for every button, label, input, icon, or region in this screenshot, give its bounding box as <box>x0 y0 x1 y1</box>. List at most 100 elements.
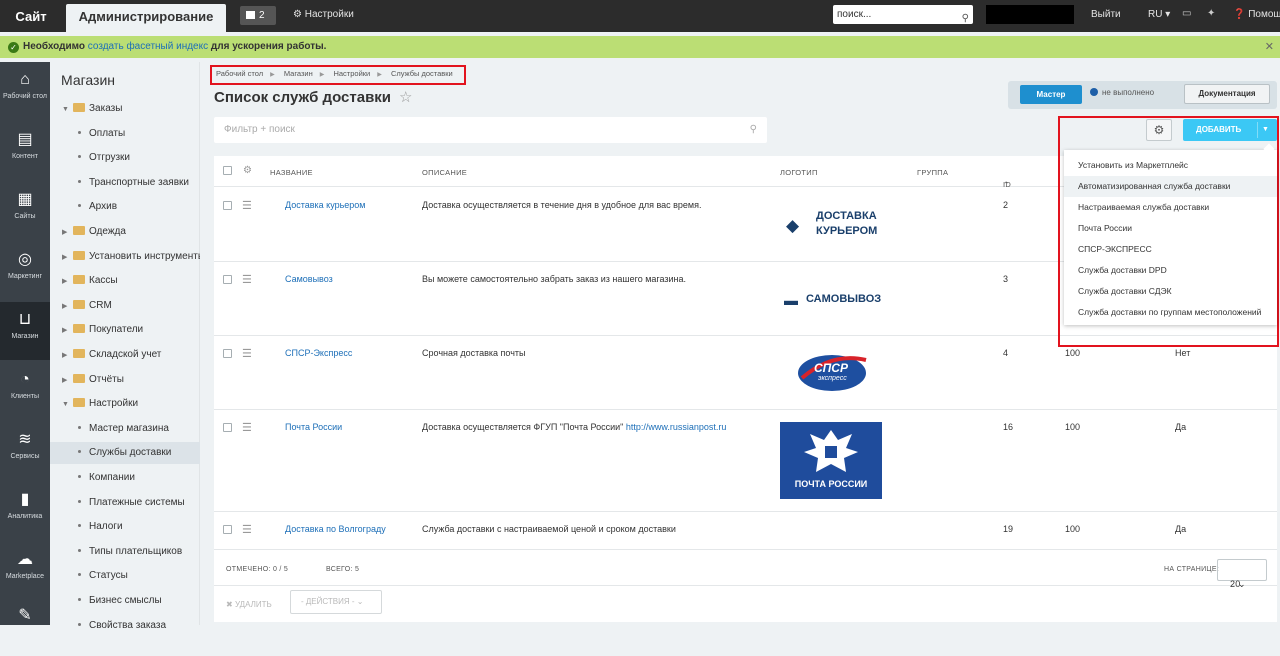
table-row[interactable]: ☰ СПСР-Экспресс Срочная доставка почты 4 100… <box>214 336 1277 410</box>
row-menu-icon[interactable]: ☰ <box>242 421 252 434</box>
column-logo[interactable]: ЛОГОТИП <box>780 168 818 177</box>
user-name-box[interactable] <box>986 5 1074 24</box>
row-menu-icon[interactable]: ☰ <box>242 347 252 360</box>
chevron-down-icon[interactable]: ▼ <box>62 99 70 120</box>
add-menu-item[interactable]: Автоматизированная служба доставки <box>1064 176 1277 197</box>
chevron-right-icon[interactable]: ▶ <box>62 222 70 243</box>
row-name-link[interactable]: Почта России <box>285 422 342 432</box>
search-icon[interactable]: ⚲ <box>962 9 969 28</box>
menu-marketplace[interactable]: ☁ Marketplace <box>0 542 50 600</box>
notifications-button[interactable]: 2 <box>240 6 276 25</box>
column-description[interactable]: ОПИСАНИЕ <box>422 168 467 177</box>
close-icon[interactable]: ✕ <box>1265 36 1274 58</box>
add-menu-item[interactable]: Настраиваемая служба доставки <box>1064 197 1277 218</box>
row-name-link[interactable]: СПСР-Экспресс <box>285 348 352 358</box>
tree-item[interactable]: Транспортные заявки <box>50 172 200 194</box>
add-menu-item[interactable]: Служба доставки СДЭК <box>1064 281 1277 302</box>
row-name-link[interactable]: Доставка по Волгограду <box>285 524 386 534</box>
language-selector[interactable]: RU ▾ <box>1148 9 1170 20</box>
chevron-right-icon[interactable]: ▶ <box>62 296 70 317</box>
select-all-checkbox[interactable] <box>223 166 232 177</box>
logout-link[interactable]: Выйти <box>1091 9 1121 20</box>
column-group[interactable]: ГРУППА <box>917 168 948 177</box>
menu-shop[interactable]: ⊔ Магазин <box>0 302 50 360</box>
tree-item[interactable]: ▶ Установить инструменты и <box>50 246 200 268</box>
row-menu-icon[interactable]: ☰ <box>242 199 252 212</box>
actions-select[interactable]: - ДЕЙСТВИЯ - ⌄ <box>290 590 382 614</box>
chevron-right-icon[interactable]: ▶ <box>62 320 70 341</box>
settings-link[interactable]: ⚙ Настройки <box>293 9 354 20</box>
row-name-link[interactable]: Самовывоз <box>285 274 333 284</box>
breadcrumb-item[interactable]: Рабочий стол <box>216 69 263 78</box>
column-name[interactable]: НАЗВАНИЕ <box>270 168 313 177</box>
star-icon[interactable]: ☆ <box>399 89 412 106</box>
admin-tab[interactable]: Администрирование <box>66 4 226 32</box>
breadcrumb-item[interactable]: Службы доставки <box>391 69 453 78</box>
tree-item[interactable]: ▶ Отчёты <box>50 369 200 391</box>
tree-item[interactable]: Платежные системы <box>50 492 200 514</box>
chevron-right-icon[interactable]: ▶ <box>62 271 70 292</box>
chevron-right-icon[interactable]: ▶ <box>62 345 70 366</box>
menu-analytics[interactable]: ▮ Аналитика <box>0 482 50 540</box>
delete-button[interactable]: ✖ УДАЛИТЬ <box>226 600 272 609</box>
tree-item[interactable]: ▶ Одежда <box>50 221 200 243</box>
row-menu-icon[interactable]: ☰ <box>242 273 252 286</box>
tree-item[interactable]: Бизнес смыслы <box>50 590 200 612</box>
add-menu-item[interactable]: Почта России <box>1064 218 1277 239</box>
menu-content[interactable]: ▤ Контент <box>0 122 50 180</box>
breadcrumb-item[interactable]: Настройки <box>333 69 370 78</box>
add-menu-item[interactable]: СПСР-ЭКСПРЕСС <box>1064 239 1277 260</box>
menu-desktop[interactable]: ⌂ Рабочий стол <box>0 62 50 120</box>
row-checkbox[interactable] <box>223 349 232 360</box>
row-name-link[interactable]: Доставка курьером <box>285 200 366 210</box>
chevron-right-icon[interactable]: ▶ <box>62 247 70 268</box>
menu-sites[interactable]: ▦ Сайты <box>0 182 50 240</box>
create-facet-index-link[interactable]: создать фасетный индекс <box>88 41 208 52</box>
tree-item[interactable]: Отгрузки <box>50 147 200 169</box>
tree-item[interactable]: ▶ Кассы <box>50 270 200 292</box>
tree-item[interactable]: ▼ Настройки <box>50 393 200 415</box>
site-tab[interactable]: Сайт <box>4 4 58 32</box>
chevron-right-icon[interactable]: ▶ <box>62 370 70 391</box>
tree-item[interactable]: Налоги <box>50 516 200 538</box>
tree-item[interactable]: Оплаты <box>50 123 200 145</box>
tree-item[interactable]: Статусы <box>50 565 200 587</box>
pin-icon[interactable]: ✦ <box>1207 8 1215 19</box>
search-input[interactable]: поиск... ⚲ <box>833 5 973 24</box>
tree-item[interactable]: Службы доставки <box>50 442 200 465</box>
tree-item[interactable]: ▼ Заказы <box>50 98 200 120</box>
breadcrumb-item[interactable]: Магазин <box>284 69 313 78</box>
tree-item[interactable]: ▶ CRM <box>50 295 200 317</box>
row-menu-icon[interactable]: ☰ <box>242 523 252 536</box>
table-row[interactable]: ☰ Почта России Доставка осуществляется ФГУ… <box>214 410 1277 512</box>
tree-item[interactable]: Компании <box>50 467 200 489</box>
gear-icon[interactable]: ⚙ <box>243 165 252 176</box>
add-menu-item[interactable]: Установить из Маркетплейс <box>1064 155 1277 176</box>
help-link[interactable]: ❓ Помощь <box>1233 9 1280 20</box>
menu-marketing[interactable]: ◎ Маркетинг <box>0 242 50 300</box>
tree-item[interactable]: ▶ Покупатели <box>50 319 200 341</box>
tree-item[interactable]: Мастер магазина <box>50 418 200 440</box>
filter-search-input[interactable]: Фильтр + поиск ⚲ <box>214 117 767 143</box>
tree-item[interactable]: Типы плательщиков <box>50 541 200 563</box>
table-row[interactable]: ☰ Доставка по Волгограду Служба доставки с… <box>214 512 1277 550</box>
row-checkbox[interactable] <box>223 525 232 536</box>
search-icon[interactable]: ⚲ <box>750 117 757 143</box>
row-checkbox[interactable] <box>223 423 232 434</box>
russianpost-link[interactable]: http://www.russianpost.ru <box>626 422 727 432</box>
master-button[interactable]: Мастер <box>1020 85 1082 104</box>
panel-icon[interactable]: ▭ <box>1182 8 1191 19</box>
add-menu-item[interactable]: Служба доставки DPD <box>1064 260 1277 281</box>
tree-item[interactable]: ▶ Складской учет <box>50 344 200 366</box>
menu-services[interactable]: ≋ Сервисы <box>0 422 50 480</box>
row-checkbox[interactable] <box>223 275 232 286</box>
menu-extra[interactable]: ✎ <box>0 598 50 656</box>
chevron-down-icon[interactable]: ▼ <box>62 394 70 415</box>
per-page-select[interactable]: 20 ⌄ <box>1217 559 1267 589</box>
row-checkbox[interactable] <box>223 201 232 212</box>
add-menu-item[interactable]: Служба доставки по группам местоположени… <box>1064 302 1277 323</box>
documentation-button[interactable]: Документация <box>1184 84 1270 104</box>
tree-item[interactable]: Архив <box>50 196 200 218</box>
menu-clients[interactable]: ◔ Клиенты <box>0 362 50 420</box>
tree-item[interactable]: Свойства заказа <box>50 615 200 637</box>
